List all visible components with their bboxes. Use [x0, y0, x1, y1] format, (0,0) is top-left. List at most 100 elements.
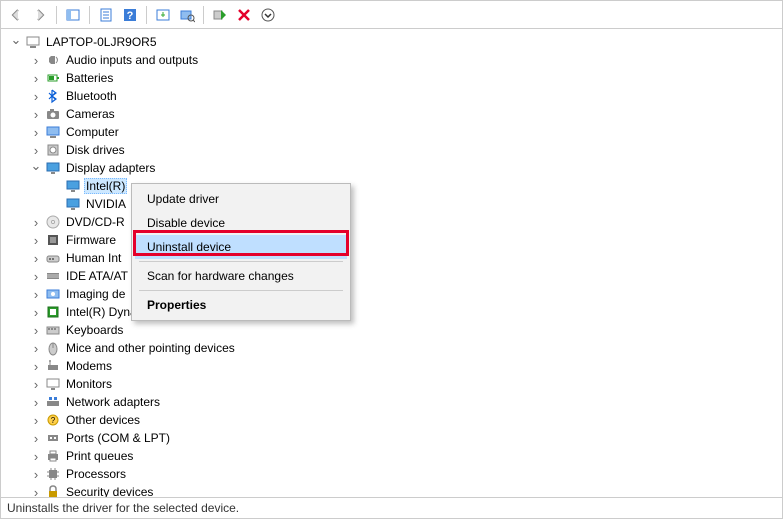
battery-icon [45, 70, 61, 86]
category-node[interactable]: Bluetooth [9, 87, 782, 105]
ide-icon [45, 268, 61, 284]
category-node[interactable]: Batteries [9, 69, 782, 87]
category-label: Security devices [64, 485, 155, 497]
menu-item-uninstall-device[interactable]: Uninstall device [135, 235, 347, 259]
chevron-right-icon[interactable] [29, 125, 43, 139]
chevron-right-icon[interactable] [29, 431, 43, 445]
category-label: Monitors [64, 377, 114, 391]
category-node[interactable]: Keyboards [9, 321, 782, 339]
category-node[interactable]: Network adapters [9, 393, 782, 411]
back-button[interactable] [5, 4, 27, 26]
computer-icon [45, 124, 61, 140]
category-label: Batteries [64, 71, 115, 85]
category-node[interactable]: Human Int [9, 249, 782, 267]
chevron-right-icon[interactable] [29, 269, 43, 283]
enable-icon [212, 7, 228, 23]
chevron-right-icon[interactable] [29, 251, 43, 265]
menu-item-scan-for-hardware-changes[interactable]: Scan for hardware changes [135, 264, 347, 288]
chevron-right-icon[interactable] [29, 377, 43, 391]
show-hide-button[interactable] [62, 4, 84, 26]
category-node[interactable]: Intel(R) Dynamic Platform and Thermal Fr… [9, 303, 782, 321]
chevron-right-icon[interactable] [29, 107, 43, 121]
category-node[interactable]: Display adapters [9, 159, 782, 177]
category-label: Firmware [64, 233, 118, 247]
more-button[interactable] [257, 4, 279, 26]
chevron-right-icon[interactable] [29, 467, 43, 481]
port-icon [45, 430, 61, 446]
context-menu: Update driverDisable deviceUninstall dev… [131, 183, 351, 321]
category-label: Cameras [64, 107, 117, 121]
menu-item-properties[interactable]: Properties [135, 293, 347, 317]
menu-item-disable-device[interactable]: Disable device [135, 211, 347, 235]
category-label: Imaging de [64, 287, 127, 301]
intel-icon [45, 304, 61, 320]
chevron-right-icon[interactable] [29, 287, 43, 301]
scan-icon [179, 7, 195, 23]
panel-icon [65, 7, 81, 23]
toolbar: ? [1, 1, 782, 29]
chevron-down-icon[interactable] [9, 35, 23, 49]
properties-button[interactable] [95, 4, 117, 26]
dvd-icon [45, 214, 61, 230]
arrow-left-icon [8, 7, 24, 23]
category-node[interactable]: Disk drives [9, 141, 782, 159]
category-label: Ports (COM & LPT) [64, 431, 172, 445]
category-node[interactable]: ?Other devices [9, 411, 782, 429]
category-node[interactable]: IDE ATA/AT [9, 267, 782, 285]
chevron-right-icon[interactable] [29, 395, 43, 409]
enable-button[interactable] [209, 4, 231, 26]
help-icon: ? [122, 7, 138, 23]
chevron-right-icon[interactable] [29, 143, 43, 157]
chevron-down-icon[interactable] [29, 161, 43, 175]
uninstall-button[interactable] [233, 4, 255, 26]
svg-text:?: ? [127, 10, 134, 22]
root-node[interactable]: LAPTOP-0LJR9OR5 [9, 33, 782, 51]
help-button[interactable]: ? [119, 4, 141, 26]
mouse-icon [45, 340, 61, 356]
chevron-right-icon[interactable] [29, 233, 43, 247]
chevron-right-icon[interactable] [29, 413, 43, 427]
update-driver-button[interactable] [152, 4, 174, 26]
imaging-icon [45, 286, 61, 302]
toolbar-separator [146, 6, 147, 24]
audio-icon [45, 52, 61, 68]
category-node[interactable]: Mice and other pointing devices [9, 339, 782, 357]
chevron-right-icon[interactable] [29, 53, 43, 67]
chevron-right-icon[interactable] [29, 89, 43, 103]
root-label: LAPTOP-0LJR9OR5 [44, 35, 159, 49]
chevron-right-icon[interactable] [29, 359, 43, 373]
category-node[interactable]: Monitors [9, 375, 782, 393]
chevron-right-icon[interactable] [29, 485, 43, 497]
chevron-right-icon[interactable] [29, 341, 43, 355]
chevron-right-icon[interactable] [29, 71, 43, 85]
modem-icon [45, 358, 61, 374]
category-node[interactable]: Ports (COM & LPT) [9, 429, 782, 447]
menu-separator [139, 290, 343, 291]
display-icon [45, 160, 61, 176]
menu-item-update-driver[interactable]: Update driver [135, 187, 347, 211]
chevron-right-icon[interactable] [29, 323, 43, 337]
svg-text:?: ? [51, 416, 56, 425]
forward-button[interactable] [29, 4, 51, 26]
category-node[interactable]: Processors [9, 465, 782, 483]
scan-hardware-button[interactable] [176, 4, 198, 26]
category-label: IDE ATA/AT [64, 269, 130, 283]
category-node[interactable]: Print queues [9, 447, 782, 465]
category-node[interactable]: Computer [9, 123, 782, 141]
arrow-right-icon [32, 7, 48, 23]
chevron-right-icon[interactable] [29, 305, 43, 319]
cpu-icon [45, 466, 61, 482]
category-node[interactable]: Audio inputs and outputs [9, 51, 782, 69]
device-node[interactable]: Intel(R) [9, 177, 782, 195]
category-node[interactable]: Cameras [9, 105, 782, 123]
category-node[interactable]: Imaging de [9, 285, 782, 303]
device-node[interactable]: NVIDIA [9, 195, 782, 213]
category-node[interactable]: Firmware [9, 231, 782, 249]
category-node[interactable]: Modems [9, 357, 782, 375]
category-node[interactable]: DVD/CD-R [9, 213, 782, 231]
chevron-right-icon[interactable] [29, 449, 43, 463]
down-arrow-icon [260, 7, 276, 23]
device-tree[interactable]: LAPTOP-0LJR9OR5 Audio inputs and outputs… [1, 29, 782, 497]
category-node[interactable]: Security devices [9, 483, 782, 497]
chevron-right-icon[interactable] [29, 215, 43, 229]
